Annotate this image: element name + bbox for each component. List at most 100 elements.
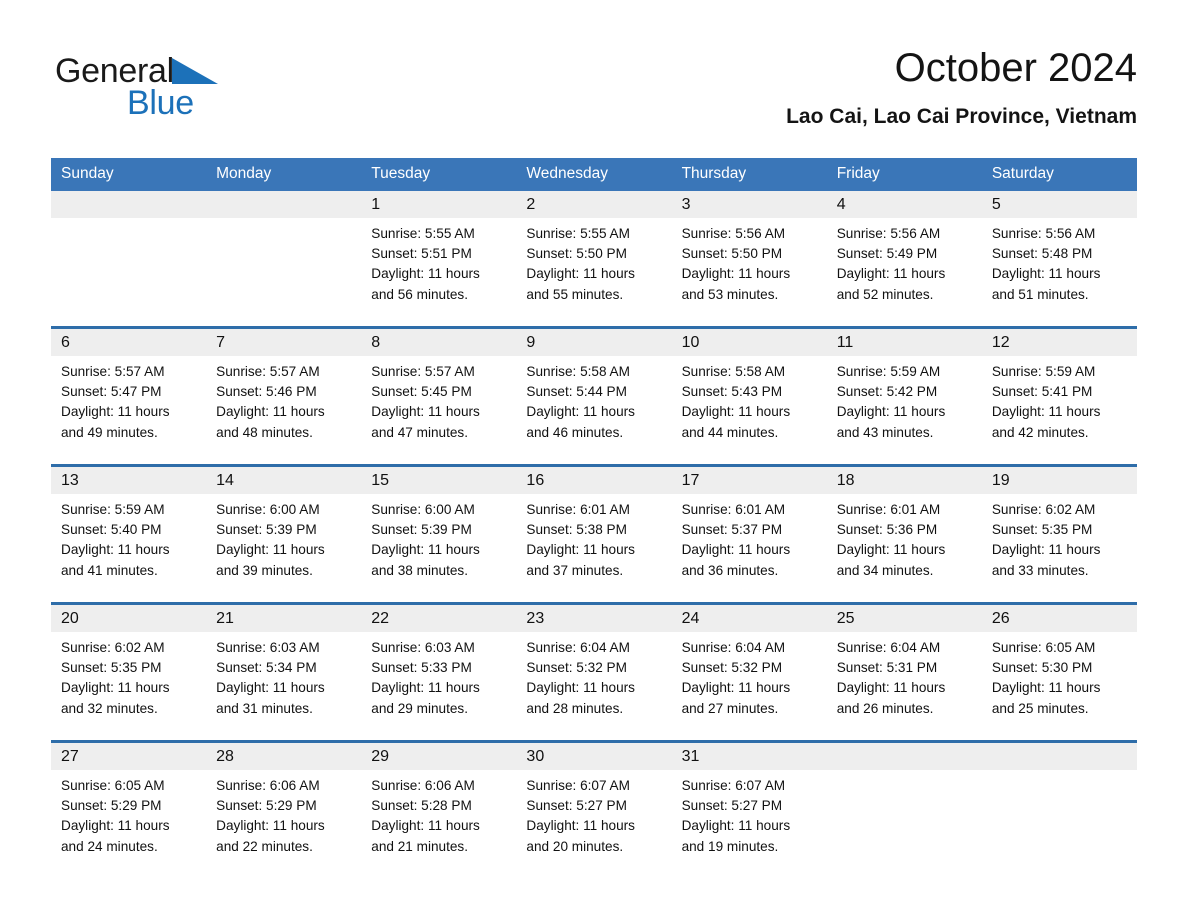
daylight-text: Daylight: 11 hours (836, 404, 946, 420)
weekday-header-row: Sunday Monday Tuesday Wednesday Thursday… (51, 158, 1137, 191)
day-number-empty (827, 743, 982, 770)
day-number[interactable]: 5 (982, 191, 1137, 218)
daylight-text: Daylight: 11 hours (216, 542, 325, 558)
daylight-text: Daylight: 11 hours (991, 680, 1101, 696)
daylight-text-cont: and 27 minutes. (681, 700, 779, 716)
daylight-text: Daylight: 11 hours (991, 266, 1101, 282)
day-cell[interactable]: Sunrise: 6:07 AM Sunset: 5:27 PM Daylight:… (672, 770, 827, 878)
day-number[interactable]: 14 (206, 467, 361, 494)
day-number[interactable]: 1 (361, 191, 516, 218)
weekday-header-tuesday: Tuesday (371, 165, 431, 182)
day-cell[interactable]: Sunrise: 5:58 AM Sunset: 5:43 PM Daylight:… (672, 356, 827, 464)
day-cell[interactable]: Sunrise: 6:01 AM Sunset: 5:36 PM Daylight:… (827, 494, 982, 602)
day-number[interactable]: 18 (827, 467, 982, 494)
daylight-text-cont: and 37 minutes. (526, 562, 624, 578)
sunrise-text: Sunrise: 5:58 AM (526, 364, 630, 379)
day-number[interactable]: 3 (672, 191, 827, 218)
day-cell[interactable]: Sunrise: 6:00 AM Sunset: 5:39 PM Daylight:… (206, 494, 361, 602)
sunrise-text: Sunrise: 6:05 AM (61, 778, 165, 793)
day-number[interactable]: 26 (982, 605, 1137, 632)
daylight-text-cont: and 51 minutes. (991, 286, 1089, 302)
sunset-text: Sunset: 5:27 PM (526, 798, 627, 814)
day-cell[interactable]: Sunrise: 5:55 AM Sunset: 5:51 PM Daylight:… (361, 218, 516, 326)
day-number[interactable]: 19 (982, 467, 1137, 494)
day-number[interactable]: 27 (51, 743, 206, 770)
day-cell[interactable]: Sunrise: 5:56 AM Sunset: 5:50 PM Daylight:… (672, 218, 827, 326)
day-number[interactable]: 10 (672, 329, 827, 356)
day-cell[interactable]: Sunrise: 5:56 AM Sunset: 5:49 PM Daylight:… (827, 218, 982, 326)
day-number-empty (206, 191, 361, 218)
day-cell[interactable]: Sunrise: 5:57 AM Sunset: 5:47 PM Daylight:… (51, 356, 206, 464)
sunset-text: Sunset: 5:41 PM (991, 384, 1093, 400)
day-cell[interactable]: Sunrise: 6:06 AM Sunset: 5:29 PM Daylight:… (206, 770, 361, 878)
day-cell[interactable]: Sunrise: 6:04 AM Sunset: 5:32 PM Daylight:… (516, 632, 671, 740)
sunset-text: Sunset: 5:28 PM (371, 798, 472, 814)
daylight-text-cont: and 56 minutes. (371, 286, 469, 302)
day-cell[interactable]: Sunrise: 6:04 AM Sunset: 5:32 PM Daylight:… (672, 632, 827, 740)
day-number[interactable]: 30 (516, 743, 671, 770)
day-number[interactable]: 21 (206, 605, 361, 632)
date-number-band: 20 21 22 23 24 25 26 (51, 605, 1137, 632)
day-number[interactable]: 16 (516, 467, 671, 494)
day-details-band: Sunrise: 5:57 AM Sunset: 5:47 PM Daylight:… (51, 356, 1137, 464)
day-number[interactable]: 29 (361, 743, 516, 770)
sunrise-text: Sunrise: 6:06 AM (371, 778, 475, 793)
daylight-text: Daylight: 11 hours (526, 542, 635, 558)
day-cell[interactable]: Sunrise: 6:00 AM Sunset: 5:39 PM Daylight:… (361, 494, 516, 602)
day-cell[interactable]: Sunrise: 5:59 AM Sunset: 5:40 PM Daylight:… (51, 494, 206, 602)
sunrise-text: Sunrise: 5:57 AM (216, 364, 320, 379)
day-number[interactable]: 7 (206, 329, 361, 356)
day-cell[interactable]: Sunrise: 5:59 AM Sunset: 5:41 PM Daylight:… (982, 356, 1137, 464)
day-number[interactable]: 25 (827, 605, 982, 632)
day-cell[interactable]: Sunrise: 5:59 AM Sunset: 5:42 PM Daylight:… (827, 356, 982, 464)
calendar-week-row: 6 7 8 9 10 11 12 Sunrise: 5:57 AM Sunset: 5:47 P… (51, 326, 1137, 464)
day-cell[interactable]: Sunrise: 6:03 AM Sunset: 5:33 PM Daylight:… (361, 632, 516, 740)
day-number[interactable]: 2 (516, 191, 671, 218)
day-number[interactable]: 23 (516, 605, 671, 632)
day-number[interactable]: 6 (51, 329, 206, 356)
day-cell[interactable]: Sunrise: 5:58 AM Sunset: 5:44 PM Daylight:… (516, 356, 671, 464)
day-number[interactable]: 24 (672, 605, 827, 632)
day-number[interactable]: 8 (361, 329, 516, 356)
daylight-text-cont: and 47 minutes. (371, 424, 469, 440)
day-cell[interactable]: Sunrise: 6:07 AM Sunset: 5:27 PM Daylight:… (516, 770, 671, 878)
page-title: October 2024 (894, 46, 1137, 90)
day-number[interactable]: 15 (361, 467, 516, 494)
day-cell[interactable]: Sunrise: 6:04 AM Sunset: 5:31 PM Daylight:… (827, 632, 982, 740)
day-number[interactable]: 12 (982, 329, 1137, 356)
day-number[interactable]: 11 (827, 329, 982, 356)
daylight-text: Daylight: 11 hours (216, 818, 325, 834)
day-cell[interactable]: Sunrise: 6:02 AM Sunset: 5:35 PM Daylight:… (982, 494, 1137, 602)
day-cell[interactable]: Sunrise: 6:01 AM Sunset: 5:37 PM Daylight:… (672, 494, 827, 602)
day-number[interactable]: 13 (51, 467, 206, 494)
day-cell[interactable]: Sunrise: 6:01 AM Sunset: 5:38 PM Daylight:… (516, 494, 671, 602)
day-number[interactable]: 20 (51, 605, 206, 632)
daylight-text-cont: and 19 minutes. (681, 838, 779, 854)
daylight-text-cont: and 25 minutes. (991, 700, 1089, 716)
day-cell[interactable]: Sunrise: 5:56 AM Sunset: 5:48 PM Daylight:… (982, 218, 1137, 326)
day-cell[interactable]: Sunrise: 5:57 AM Sunset: 5:46 PM Daylight:… (206, 356, 361, 464)
day-number[interactable]: 28 (206, 743, 361, 770)
day-number[interactable]: 22 (361, 605, 516, 632)
day-number[interactable]: 4 (827, 191, 982, 218)
date-number-band: 12345 (51, 191, 1137, 218)
day-cell[interactable]: Sunrise: 5:57 AM Sunset: 5:45 PM Daylight:… (361, 356, 516, 464)
brand-line-general: General (55, 52, 315, 90)
day-cell[interactable]: Sunrise: 6:05 AM Sunset: 5:29 PM Daylight:… (51, 770, 206, 878)
sunset-text: Sunset: 5:33 PM (371, 660, 472, 676)
sunset-text: Sunset: 5:49 PM (836, 246, 938, 262)
day-number[interactable]: 9 (516, 329, 671, 356)
daylight-text: Daylight: 11 hours (61, 680, 170, 696)
daylight-text-cont: and 39 minutes. (216, 562, 313, 578)
sunset-text: Sunset: 5:50 PM (526, 246, 627, 262)
daylight-text-cont: and 46 minutes. (526, 424, 624, 440)
day-cell[interactable]: Sunrise: 6:05 AM Sunset: 5:30 PM Daylight:… (982, 632, 1137, 740)
day-number[interactable]: 31 (672, 743, 827, 770)
brand-logo[interactable]: General Blue (55, 52, 315, 132)
day-cell[interactable]: Sunrise: 6:06 AM Sunset: 5:28 PM Daylight:… (361, 770, 516, 878)
day-number[interactable]: 17 (672, 467, 827, 494)
day-cell[interactable]: Sunrise: 5:55 AM Sunset: 5:50 PM Daylight:… (516, 218, 671, 326)
daylight-text-cont: and 44 minutes. (681, 424, 779, 440)
day-cell[interactable]: Sunrise: 6:02 AM Sunset: 5:35 PM Daylight:… (51, 632, 206, 740)
day-cell[interactable]: Sunrise: 6:03 AM Sunset: 5:34 PM Daylight:… (206, 632, 361, 740)
